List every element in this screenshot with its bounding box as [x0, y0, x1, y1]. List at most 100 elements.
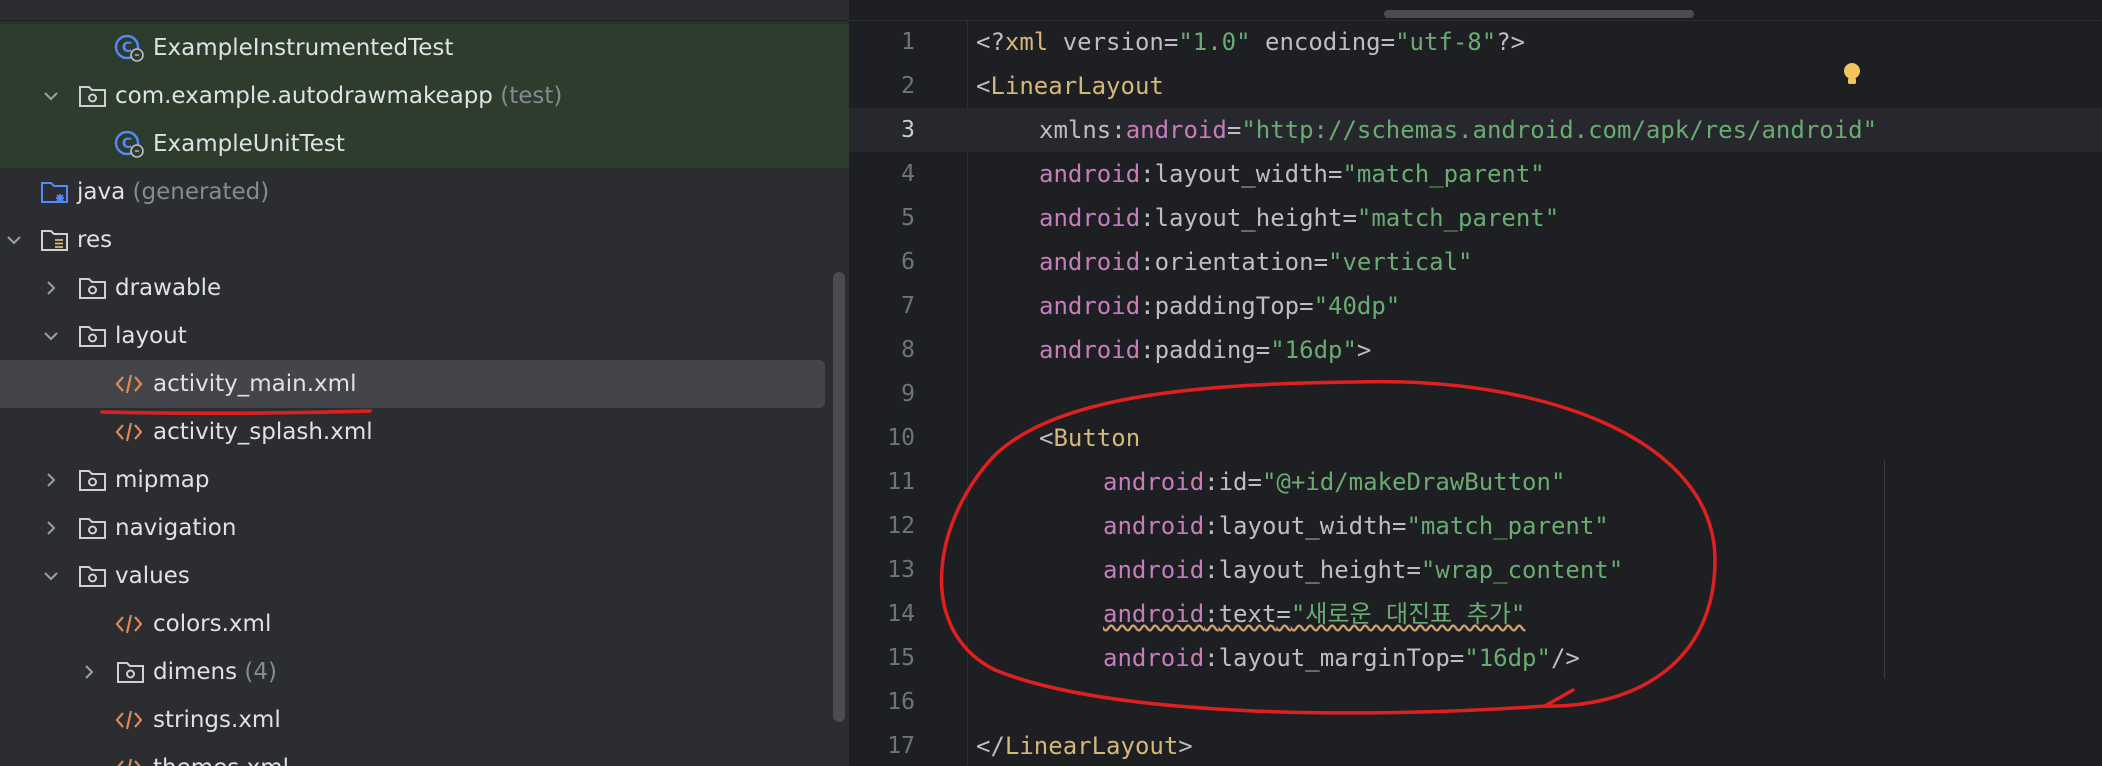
tree-item-suffix: (4) [244, 659, 278, 685]
code-line[interactable]: 1 <?xml version="1.0" encoding="utf-8"?> [849, 20, 2102, 64]
code-token: padding [1154, 336, 1256, 364]
tree-item-mipmap[interactable]: mipmap [0, 456, 849, 504]
tree-item-test-package[interactable]: com.example.autodrawmakeapp (test) [0, 72, 849, 120]
code-token: "http://schemas.android.com/apk/res/andr… [1241, 116, 1878, 144]
line-number[interactable]: 9 [849, 380, 915, 408]
test-class-icon: C [114, 130, 144, 158]
tree-item-themes-xml[interactable]: themes.xml [0, 744, 849, 766]
line-number[interactable]: 4 [849, 160, 915, 188]
editor-horizontal-scrollbar[interactable] [1384, 10, 1694, 18]
line-number[interactable]: 14 [849, 600, 915, 628]
tree-item-label-wrap: com.example.autodrawmakeapp (test) [115, 81, 562, 111]
code-line[interactable]: 6 android:orientation="vertical" [849, 240, 2102, 284]
tree-item-label: drawable [115, 275, 222, 301]
xml-file-icon [114, 370, 144, 398]
code-text[interactable]: <?xml version="1.0" encoding="utf-8"?> [976, 28, 1525, 56]
code-text[interactable]: xmlns:android="http://schemas.android.co… [1039, 116, 1877, 144]
code-token: "16dp" [1270, 336, 1357, 364]
xml-file-icon [114, 610, 144, 638]
line-number[interactable]: 17 [849, 732, 915, 760]
xml-file-icon [114, 418, 144, 446]
line-number[interactable]: 5 [849, 204, 915, 232]
tree-item-label: res [77, 227, 113, 253]
code-line[interactable]: 8 android:padding="16dp"> [849, 328, 2102, 372]
xml-file-icon [114, 754, 144, 766]
package-folder-icon [78, 322, 108, 350]
project-tree-panel: C ExampleInstrumentedTest com.example.au… [0, 0, 849, 766]
line-number[interactable]: 13 [849, 556, 915, 584]
line-number[interactable]: 8 [849, 336, 915, 364]
chevron-down-icon[interactable] [39, 324, 63, 348]
code-text[interactable]: android:layout_width="match_parent" [1039, 160, 1545, 188]
tree-item-drawable[interactable]: drawable [0, 264, 849, 312]
code-token: = [1255, 336, 1271, 364]
code-text[interactable]: </LinearLayout> [976, 732, 1193, 760]
code-token: = [1313, 248, 1329, 276]
line-number[interactable]: 7 [849, 292, 915, 320]
code-token: android [1039, 336, 1141, 364]
tree-item-example-instrumented-test[interactable]: C ExampleInstrumentedTest [0, 24, 849, 72]
tree-item-values[interactable]: values [0, 552, 849, 600]
line-number[interactable]: 11 [849, 468, 915, 496]
code-token: : [1140, 292, 1155, 320]
code-line[interactable]: 2 <LinearLayout [849, 64, 2102, 108]
chevron-down-icon[interactable] [39, 564, 63, 588]
tree-item-strings-xml[interactable]: strings.xml [0, 696, 849, 744]
line-number[interactable]: 2 [849, 72, 915, 100]
lightbulb-icon[interactable] [1842, 62, 1862, 88]
tree-item-label: activity_main.xml [153, 371, 357, 397]
code-text[interactable]: android:paddingTop="40dp" [1039, 292, 1400, 320]
code-text[interactable]: <LinearLayout [976, 72, 1164, 100]
tree-item-label: values [115, 563, 190, 589]
tree-item-colors-xml[interactable]: colors.xml [0, 600, 849, 648]
code-token: "match_parent" [1356, 204, 1560, 232]
line-number[interactable]: 12 [849, 512, 915, 540]
line-number[interactable]: 6 [849, 248, 915, 276]
tree-item-suffix: (generated) [132, 179, 270, 205]
package-folder-icon [78, 514, 108, 542]
code-token: </ [976, 732, 1005, 760]
chevron-right-icon[interactable] [77, 660, 101, 684]
tree-item-activity-main-xml[interactable]: activity_main.xml [0, 360, 825, 408]
line-number[interactable]: 10 [849, 424, 915, 452]
chevron-right-icon[interactable] [39, 468, 63, 492]
chevron-right-icon[interactable] [39, 516, 63, 540]
code-line[interactable]: 4 android:layout_width="match_parent" [849, 152, 2102, 196]
code-line[interactable]: 7 android:paddingTop="40dp" [849, 284, 2102, 328]
tree-item-label-wrap: dimens (4) [153, 657, 277, 687]
tree-item-dimens[interactable]: dimens (4) [0, 648, 849, 696]
code-token: : [1140, 336, 1155, 364]
line-number[interactable]: 3 [849, 116, 915, 144]
tree-item-label: com.example.autodrawmakeapp [115, 83, 493, 109]
code-line[interactable]: 17 </LinearLayout> [849, 724, 2102, 766]
tree-item-navigation[interactable]: navigation [0, 504, 849, 552]
tree-item-example-unit-test[interactable]: C ExampleUnitTest [0, 120, 849, 168]
line-number[interactable]: 1 [849, 28, 915, 56]
line-number[interactable]: 15 [849, 644, 915, 672]
code-token: "1.0" [1178, 28, 1251, 56]
code-text[interactable]: android:layout_height="match_parent" [1039, 204, 1559, 232]
code-token: xml [1004, 28, 1063, 56]
code-token: version [1062, 28, 1164, 56]
code-token: LinearLayout [1004, 732, 1179, 760]
chevron-right-icon[interactable] [39, 276, 63, 300]
test-class-icon: C [114, 34, 144, 62]
chevron-down-icon[interactable] [2, 228, 26, 252]
indent-guide [1884, 460, 1885, 678]
tree-item-label: ExampleInstrumentedTest [153, 35, 454, 61]
code-token: paddingTop [1154, 292, 1300, 320]
red-circle-annotation [939, 379, 1717, 715]
code-line[interactable]: 3 xmlns:android="http://schemas.android.c… [849, 108, 2102, 152]
code-text[interactable]: android:padding="16dp"> [1039, 336, 1371, 364]
tree-item-java-generated[interactable]: java (generated) [0, 168, 849, 216]
tree-item-label: colors.xml [153, 611, 272, 637]
tree-item-layout[interactable]: layout [0, 312, 849, 360]
chevron-down-icon[interactable] [39, 84, 63, 108]
tree-vertical-scrollbar[interactable] [833, 272, 845, 722]
tree-item-res[interactable]: res [0, 216, 849, 264]
code-text[interactable]: android:orientation="vertical" [1039, 248, 1473, 276]
line-number[interactable]: 16 [849, 688, 915, 716]
code-token: encoding [1250, 28, 1381, 56]
code-token: orientation [1154, 248, 1314, 276]
code-line[interactable]: 5 android:layout_height="match_parent" [849, 196, 2102, 240]
